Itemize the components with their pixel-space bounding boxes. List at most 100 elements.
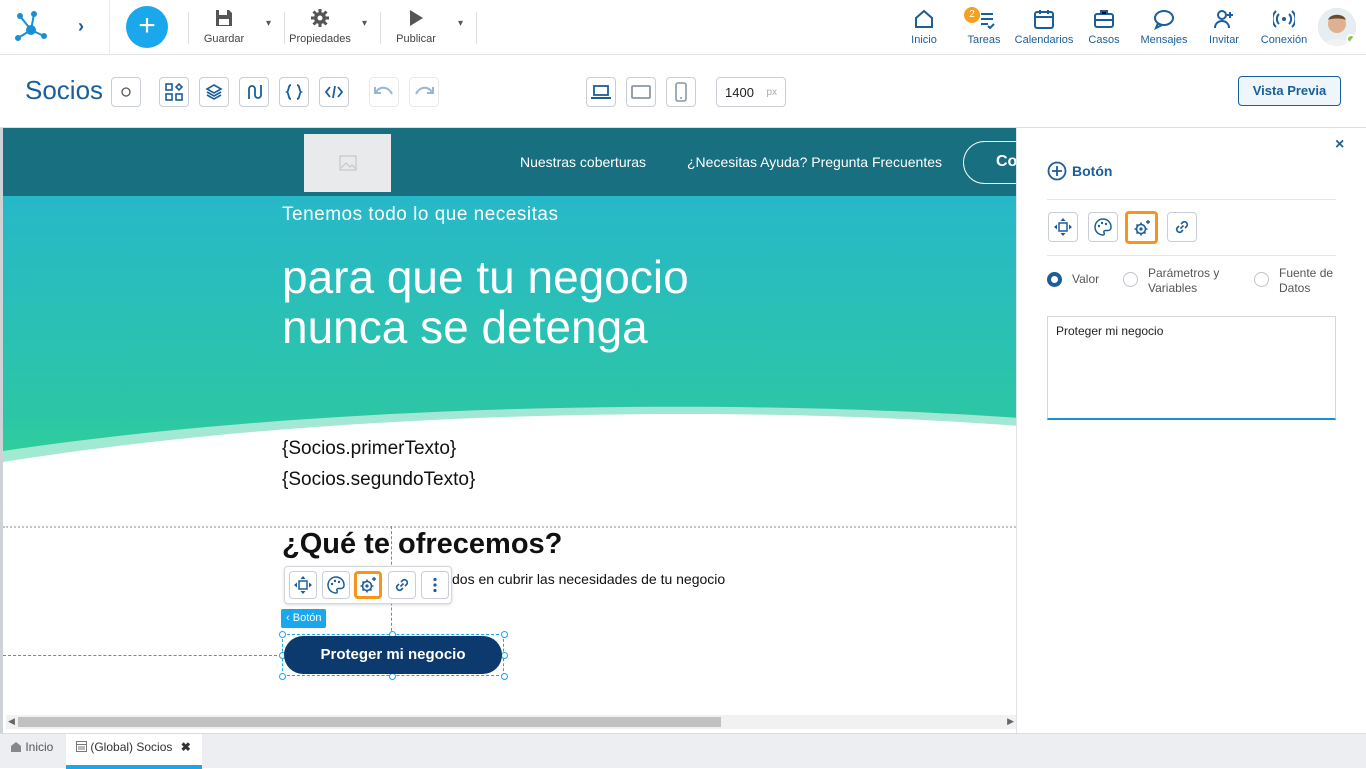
scrollbar-thumb[interactable]	[18, 717, 721, 727]
app-logo-icon[interactable]	[14, 10, 48, 42]
hero-section[interactable]: Tenemos todo lo que necesitas para que t…	[3, 196, 1016, 466]
horizontal-scrollbar[interactable]: ◀ ▶	[6, 715, 1016, 729]
panel-style-button[interactable]	[1088, 212, 1118, 242]
canvas-width-value: 1400	[725, 85, 754, 100]
image-placeholder-icon	[338, 155, 357, 171]
variable-segundo-texto: {Socios.segundoTexto}	[282, 469, 476, 490]
protect-business-button[interactable]: Proteger mi negocio	[284, 636, 502, 674]
scroll-left-icon[interactable]: ◀	[8, 716, 15, 727]
link-icon	[395, 578, 409, 592]
tab-home-label: Inicio	[25, 740, 54, 754]
radio-value[interactable]	[1047, 272, 1062, 287]
nav-connection[interactable]: Conexión	[1260, 8, 1308, 46]
text-variables-block[interactable]: {Socios.primerTexto} {Socios.segundoText…	[282, 433, 475, 495]
nav-invite[interactable]: Invitar	[1206, 8, 1242, 46]
nav-cases[interactable]: Casos	[1086, 8, 1122, 46]
home-icon	[915, 9, 933, 28]
selected-element-tag-label: Botón	[292, 612, 322, 624]
online-status-dot	[1346, 34, 1356, 44]
publish-label: Publicar	[396, 33, 436, 45]
radio-params-label: Parámetros y Variables	[1148, 266, 1220, 295]
logo-placeholder[interactable]	[304, 134, 391, 192]
site-header-cta[interactable]: Co	[963, 141, 1016, 184]
panel-settings-button[interactable]	[1125, 211, 1158, 244]
panel-move-button[interactable]	[1048, 212, 1078, 242]
scroll-right-icon[interactable]: ▶	[1007, 716, 1014, 727]
divider	[284, 12, 285, 44]
selected-element-tag[interactable]: ‹ Botón	[281, 609, 327, 628]
move-button[interactable]	[289, 571, 317, 599]
nav-calendars[interactable]: Calendarios	[1014, 8, 1074, 46]
save-dropdown-icon[interactable]: ▾	[266, 18, 271, 29]
expand-chevron-icon[interactable]: ›	[78, 16, 84, 37]
nav-home[interactable]: Inicio	[908, 8, 940, 46]
publish-button[interactable]: Publicar	[394, 8, 438, 45]
laptop-icon	[591, 85, 611, 99]
style-button[interactable]	[322, 571, 350, 599]
mobile-view-button[interactable]	[666, 77, 696, 107]
tablet-view-button[interactable]	[626, 77, 656, 107]
close-tab-icon[interactable]: ✖	[181, 740, 191, 754]
save-label: Guardar	[203, 33, 245, 45]
save-button[interactable]: Guardar	[203, 8, 245, 45]
desktop-view-button[interactable]	[586, 77, 616, 107]
site-header[interactable]: Nuestras coberturas ¿Necesitas Ayuda? Pr…	[3, 128, 1016, 196]
logo-area: ›	[0, 0, 110, 55]
flow-button[interactable]	[239, 77, 269, 107]
nav-messages[interactable]: Mensajes	[1139, 8, 1189, 46]
section-title[interactable]: ¿Qué te ofrecemos?	[282, 528, 562, 561]
properties-dropdown-icon[interactable]: ▾	[362, 18, 367, 29]
preview-button[interactable]: Vista Previa	[1238, 76, 1341, 106]
kebab-menu-icon	[433, 577, 437, 593]
add-user-icon	[1214, 10, 1233, 29]
resize-handle[interactable]	[501, 673, 508, 680]
properties-button[interactable]: Propiedades	[288, 8, 352, 45]
components-button[interactable]	[159, 77, 189, 107]
avatar[interactable]	[1318, 8, 1356, 46]
value-textarea[interactable]: Proteger mi negocio	[1047, 316, 1336, 420]
tab-home[interactable]: Inicio	[0, 734, 63, 769]
hero-subtitle: Tenemos todo lo que necesitas	[282, 204, 559, 225]
panel-title-text: Botón	[1072, 163, 1113, 179]
palette-icon	[1094, 218, 1112, 236]
radio-source-label: Fuente de Datos	[1279, 266, 1334, 295]
canvas-width-input[interactable]: 1400 px	[716, 77, 786, 107]
panel-link-button[interactable]	[1167, 212, 1197, 242]
canvas-width-unit: px	[766, 87, 777, 98]
radio-source[interactable]	[1254, 272, 1269, 287]
move-icon	[294, 576, 312, 594]
play-icon	[410, 10, 423, 26]
radio-params[interactable]	[1123, 272, 1138, 287]
variables-button[interactable]	[279, 77, 309, 107]
resize-handle[interactable]	[279, 631, 286, 638]
divider	[1047, 199, 1336, 200]
undo-button[interactable]	[369, 77, 399, 107]
home-icon	[11, 742, 21, 752]
design-canvas[interactable]: Nuestras coberturas ¿Necesitas Ayuda? Pr…	[0, 128, 1016, 733]
bottom-tab-bar: Inicio (Global) Socios ✖	[0, 733, 1366, 769]
site-nav-coverage[interactable]: Nuestras coberturas	[520, 154, 646, 170]
resize-handle[interactable]	[279, 673, 286, 680]
redo-icon	[415, 86, 434, 95]
close-icon[interactable]: ×	[1335, 136, 1344, 154]
tab-socios[interactable]: (Global) Socios ✖	[66, 734, 202, 769]
divider	[476, 12, 477, 44]
settings-button[interactable]	[354, 571, 382, 599]
resize-handle[interactable]	[389, 673, 396, 680]
page-title: Socios	[25, 75, 104, 105]
site-nav-faq[interactable]: ¿Necesitas Ayuda? Pregunta Frecuentes	[687, 154, 942, 170]
section-text[interactable]: dos en cubrir las necesidades de tu nego…	[452, 571, 725, 587]
add-button[interactable]: +	[126, 6, 168, 48]
layers-button[interactable]	[199, 77, 229, 107]
resize-handle[interactable]	[501, 631, 508, 638]
link-button[interactable]	[388, 571, 416, 599]
page-selector-button[interactable]	[111, 77, 141, 107]
more-options-button[interactable]	[421, 571, 449, 599]
redo-button[interactable]	[409, 77, 439, 107]
nav-tasks[interactable]: 2 Tareas	[964, 7, 1002, 46]
code-button[interactable]	[319, 77, 349, 107]
resize-handle[interactable]	[501, 652, 508, 659]
layers-icon	[205, 84, 223, 100]
undo-icon	[374, 86, 393, 95]
publish-dropdown-icon[interactable]: ▾	[458, 18, 463, 29]
